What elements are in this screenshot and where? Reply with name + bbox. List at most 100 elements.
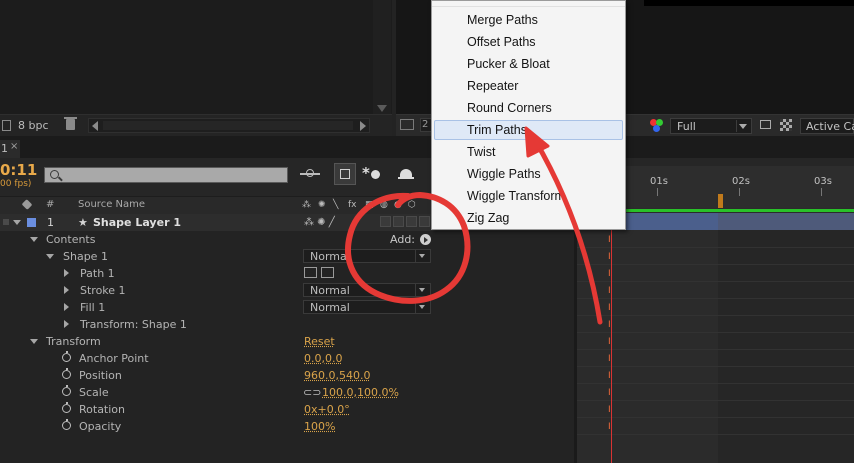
menu-item-wiggle-paths[interactable]: Wiggle Paths xyxy=(434,164,623,184)
current-time[interactable]: 0:11 xyxy=(0,161,37,179)
keyframe-marker-icon[interactable]: I xyxy=(608,303,615,313)
path-direction-icons[interactable] xyxy=(304,267,338,279)
add-label[interactable]: Add: xyxy=(390,233,415,246)
3d-layer-icon[interactable]: ⬡ xyxy=(408,200,416,210)
property-value[interactable]: 0x+0.0° xyxy=(304,403,350,416)
shy-switch-icon[interactable]: ⁂ xyxy=(302,200,311,210)
label-tag-icon[interactable] xyxy=(21,199,33,210)
visibility-icon[interactable] xyxy=(3,219,9,225)
keyframe-marker-icon[interactable]: I xyxy=(608,252,615,262)
bpc-label[interactable]: 8 bpc xyxy=(18,119,49,132)
keyframe-marker-icon[interactable]: I xyxy=(608,269,615,279)
motion-blur-icon[interactable] xyxy=(398,166,416,182)
twirl-right-icon[interactable] xyxy=(64,286,69,294)
stroke-blend-mode-select[interactable]: Normal xyxy=(303,283,431,297)
blend-mode-select[interactable]: Normal xyxy=(303,249,431,263)
layer-switches-icon[interactable]: ⁂ ✺ ╱ xyxy=(304,217,335,228)
keyframe-marker-icon[interactable]: I xyxy=(608,422,615,432)
region-of-interest-icon[interactable] xyxy=(760,120,771,129)
trash-icon[interactable] xyxy=(64,117,77,130)
layer-switch-boxes[interactable] xyxy=(380,216,432,228)
keyframe-marker-icon[interactable]: I xyxy=(608,320,615,330)
keyframe-marker-icon[interactable]: I xyxy=(608,235,615,245)
menu-item-pucker-bloat[interactable]: Pucker & Bloat xyxy=(434,54,623,74)
flowchart-icon[interactable] xyxy=(2,120,11,131)
path-row[interactable]: Path 1 xyxy=(0,265,574,282)
stopwatch-icon[interactable] xyxy=(62,368,71,379)
twirl-down-icon[interactable] xyxy=(30,339,38,344)
channels-icon[interactable] xyxy=(650,119,664,133)
stopwatch-icon[interactable] xyxy=(62,351,71,362)
menu-item-round-corners[interactable]: Round Corners xyxy=(434,98,623,118)
property-value[interactable]: 100% xyxy=(304,420,335,433)
reset-link[interactable]: Reset xyxy=(304,335,335,348)
property-row-anchor-point[interactable]: Anchor Point 0.0,0.0 xyxy=(0,350,574,367)
chevron-down-icon[interactable] xyxy=(415,301,429,313)
contents-row[interactable]: Contents Add: xyxy=(0,231,574,248)
close-icon[interactable]: × xyxy=(10,141,18,152)
transform-shape-row[interactable]: Transform: Shape 1 xyxy=(0,316,574,333)
column-number[interactable]: # xyxy=(46,199,54,210)
property-row-rotation[interactable]: Rotation 0x+0.0° xyxy=(0,401,574,418)
menu-item-twist[interactable]: Twist xyxy=(434,142,623,162)
fill-row[interactable]: Fill 1 Normal xyxy=(0,299,574,316)
frame-blend-icon[interactable]: ▦ xyxy=(365,200,374,210)
property-value[interactable]: 960.0,540.0 xyxy=(304,369,370,382)
comp-mini-flowchart-icon[interactable] xyxy=(298,166,324,182)
keyframe-marker-icon[interactable]: I xyxy=(608,405,615,415)
property-row-scale[interactable]: Scale ⊂⊃ 100.0,100.0% xyxy=(0,384,574,401)
work-area-bar[interactable] xyxy=(626,196,854,208)
constrain-proportions-icon[interactable]: ⊂⊃ xyxy=(303,386,321,399)
project-horizontal-scrollbar[interactable] xyxy=(88,118,370,133)
keyframe-marker-icon[interactable]: I xyxy=(608,388,615,398)
menu-item-zig-zag[interactable]: Zig Zag xyxy=(434,208,623,228)
shape-group-row[interactable]: Shape 1 Normal xyxy=(0,248,574,265)
motion-blur-switch-icon[interactable]: ◍ xyxy=(380,200,388,210)
timeline-search-input[interactable] xyxy=(44,167,288,183)
menu-item-merge-paths[interactable]: Merge Paths xyxy=(434,10,623,30)
property-value[interactable]: 0.0,0.0 xyxy=(304,352,342,365)
column-source-name[interactable]: Source Name xyxy=(78,199,145,210)
resolution-select[interactable]: Full xyxy=(670,118,752,134)
chevron-down-icon[interactable] xyxy=(415,284,429,296)
scroll-left-icon[interactable] xyxy=(92,121,98,131)
effects-switch-icon[interactable]: fx xyxy=(348,200,357,210)
keyframe-marker-icon[interactable]: I xyxy=(608,371,615,381)
stopwatch-icon[interactable] xyxy=(62,419,71,430)
property-row-opacity[interactable]: Opacity 100% xyxy=(0,418,574,435)
stopwatch-icon[interactable] xyxy=(62,402,71,413)
twirl-right-icon[interactable] xyxy=(64,269,69,277)
scroll-thumb[interactable] xyxy=(103,121,353,130)
menu-item-offset-paths[interactable]: Offset Paths xyxy=(434,32,623,52)
project-vertical-scrollbar[interactable] xyxy=(373,0,391,114)
chevron-down-icon[interactable] xyxy=(736,120,749,132)
stroke-row[interactable]: Stroke 1 Normal xyxy=(0,282,574,299)
menu-item-repeater[interactable]: Repeater xyxy=(434,76,623,96)
quality-switch-icon[interactable]: ╲ xyxy=(333,200,338,210)
snapshot-icon[interactable] xyxy=(400,119,414,130)
shy-layers-icon[interactable] xyxy=(362,164,382,182)
transparency-grid-icon[interactable] xyxy=(780,119,792,131)
draft-3d-icon[interactable] xyxy=(334,163,356,185)
scroll-right-icon[interactable] xyxy=(360,121,366,131)
menu-item-wiggle-transform[interactable]: Wiggle Transform xyxy=(434,186,623,206)
adjustment-layer-icon[interactable]: ◐ xyxy=(394,200,402,210)
fill-blend-mode-select[interactable]: Normal xyxy=(303,300,431,314)
twirl-right-icon[interactable] xyxy=(64,303,69,311)
twirl-down-icon[interactable] xyxy=(30,237,38,242)
scroll-down-arrow-icon[interactable] xyxy=(377,105,387,112)
layer-name[interactable]: Shape Layer 1 xyxy=(93,216,181,229)
add-menu-button-icon[interactable] xyxy=(420,234,431,245)
transform-row[interactable]: Transform Reset xyxy=(0,333,574,350)
layer-duration-bar-outside[interactable] xyxy=(718,213,854,230)
collapse-switch-icon[interactable]: ✺ xyxy=(318,200,326,210)
twirl-down-icon[interactable] xyxy=(13,220,21,225)
chevron-down-icon[interactable] xyxy=(415,250,429,262)
work-area-end-handle[interactable] xyxy=(718,194,723,208)
camera-select[interactable]: Active Cam xyxy=(800,118,854,134)
keyframe-marker-icon[interactable]: I xyxy=(608,354,615,364)
twirl-right-icon[interactable] xyxy=(64,320,69,328)
keyframe-marker-icon[interactable]: I xyxy=(608,337,615,347)
timeline-tab[interactable]: 1 × xyxy=(0,140,20,158)
menu-item-trim-paths[interactable]: Trim Paths xyxy=(434,120,623,140)
